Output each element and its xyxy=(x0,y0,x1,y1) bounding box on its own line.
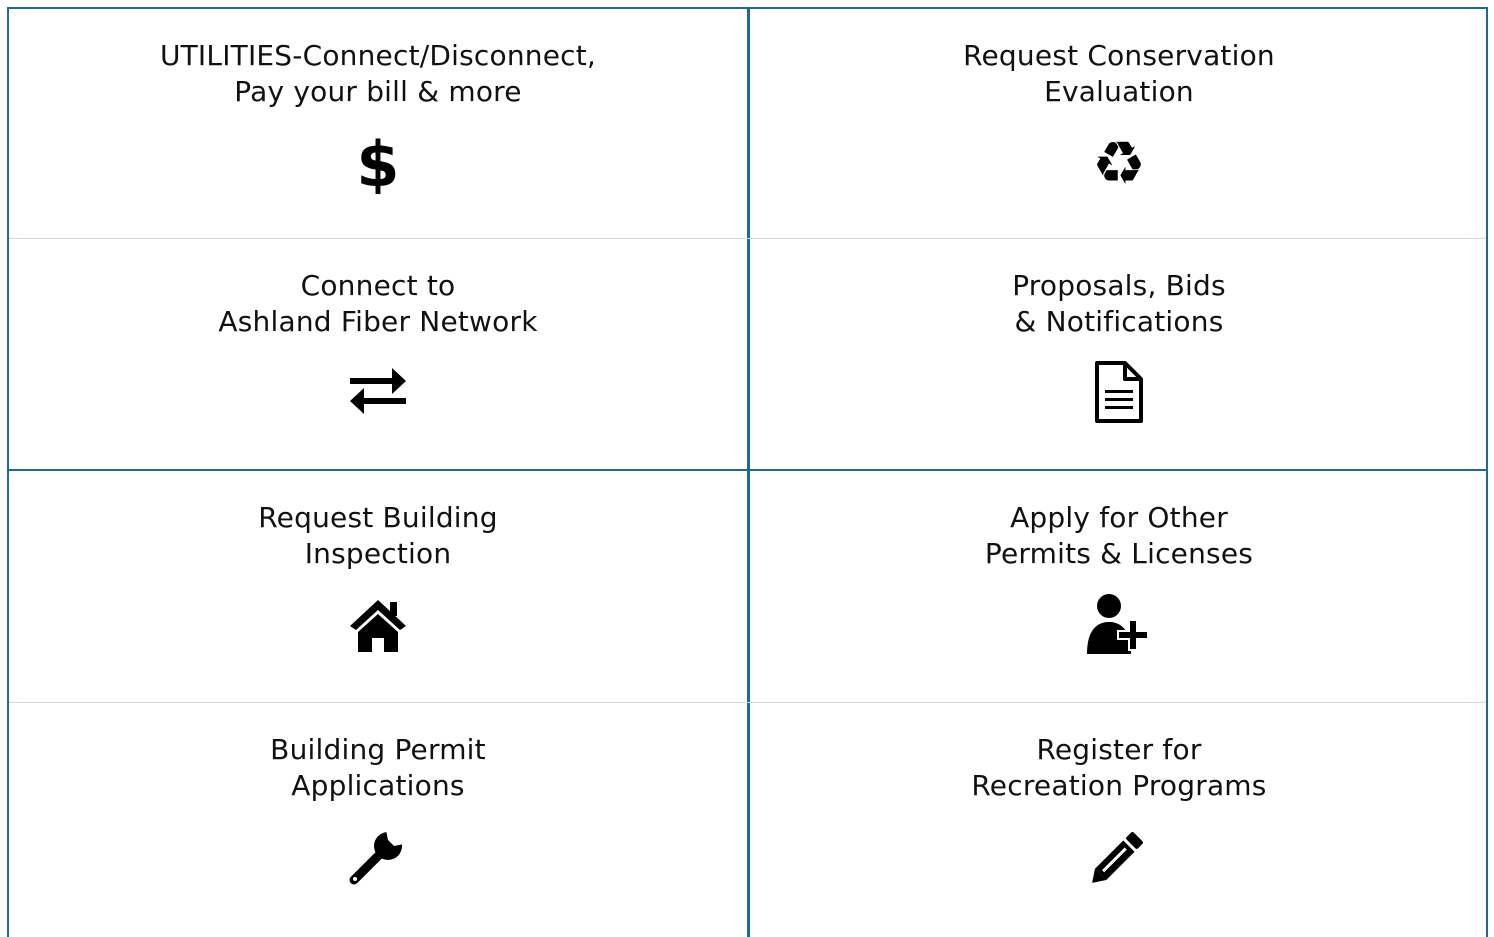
tile-recreation-line1: Register for xyxy=(1036,733,1202,766)
svg-text:♻: ♻ xyxy=(1092,130,1146,194)
tile-recreation[interactable]: Register for Recreation Programs xyxy=(750,732,1488,888)
exchange-arrows-icon xyxy=(346,360,410,424)
tile-utilities-line1: UTILITIES-Connect/Disconnect, xyxy=(159,39,597,72)
tile-proposals[interactable]: Proposals, Bids & Notifications xyxy=(750,268,1488,424)
tile-permits-licenses-line1: Apply for Other xyxy=(1010,501,1228,534)
tile-utilities[interactable]: UTILITIES-Connect/Disconnect, Pay your b… xyxy=(9,38,747,194)
tile-permits-licenses-line2: Permits & Licenses xyxy=(984,537,1254,570)
tile-proposals-line2: & Notifications xyxy=(1014,305,1224,338)
tile-building-inspection-line1: Request Building xyxy=(258,501,498,534)
tile-building-permit-line2: Applications xyxy=(291,769,465,802)
dollar-icon: $ xyxy=(346,130,410,194)
tile-fiber-network-line1: Connect to xyxy=(300,269,456,302)
services-grid: UTILITIES-Connect/Disconnect, Pay your b… xyxy=(7,7,1488,937)
tile-building-permit-line1: Building Permit xyxy=(270,733,486,766)
tile-fiber-network-line2: Ashland Fiber Network xyxy=(218,305,538,338)
add-user-icon xyxy=(1087,592,1151,656)
tile-fiber-network[interactable]: Connect to Ashland Fiber Network xyxy=(9,268,747,424)
document-icon xyxy=(1087,360,1151,424)
section-divider xyxy=(9,469,1486,471)
tile-building-inspection-line2: Inspection xyxy=(304,537,452,570)
tile-recreation-line2: Recreation Programs xyxy=(971,769,1267,802)
wrench-icon xyxy=(346,824,410,888)
tile-conservation-line1: Request Conservation xyxy=(963,39,1275,72)
row-divider xyxy=(9,238,1486,239)
svg-text:$: $ xyxy=(356,130,399,194)
recycle-icon: ♻ xyxy=(1087,130,1151,194)
tile-proposals-line1: Proposals, Bids xyxy=(1012,269,1226,302)
tile-building-permit[interactable]: Building Permit Applications xyxy=(9,732,747,888)
tile-permits-licenses[interactable]: Apply for Other Permits & Licenses xyxy=(750,500,1488,656)
row-divider xyxy=(9,702,1486,703)
tile-conservation[interactable]: Request Conservation Evaluation ♻ xyxy=(750,38,1488,194)
tile-building-inspection[interactable]: Request Building Inspection xyxy=(9,500,747,656)
pencil-icon xyxy=(1087,824,1151,888)
tile-utilities-line2: Pay your bill & more xyxy=(234,75,522,108)
house-icon xyxy=(346,592,410,656)
tile-conservation-line2: Evaluation xyxy=(1044,75,1194,108)
